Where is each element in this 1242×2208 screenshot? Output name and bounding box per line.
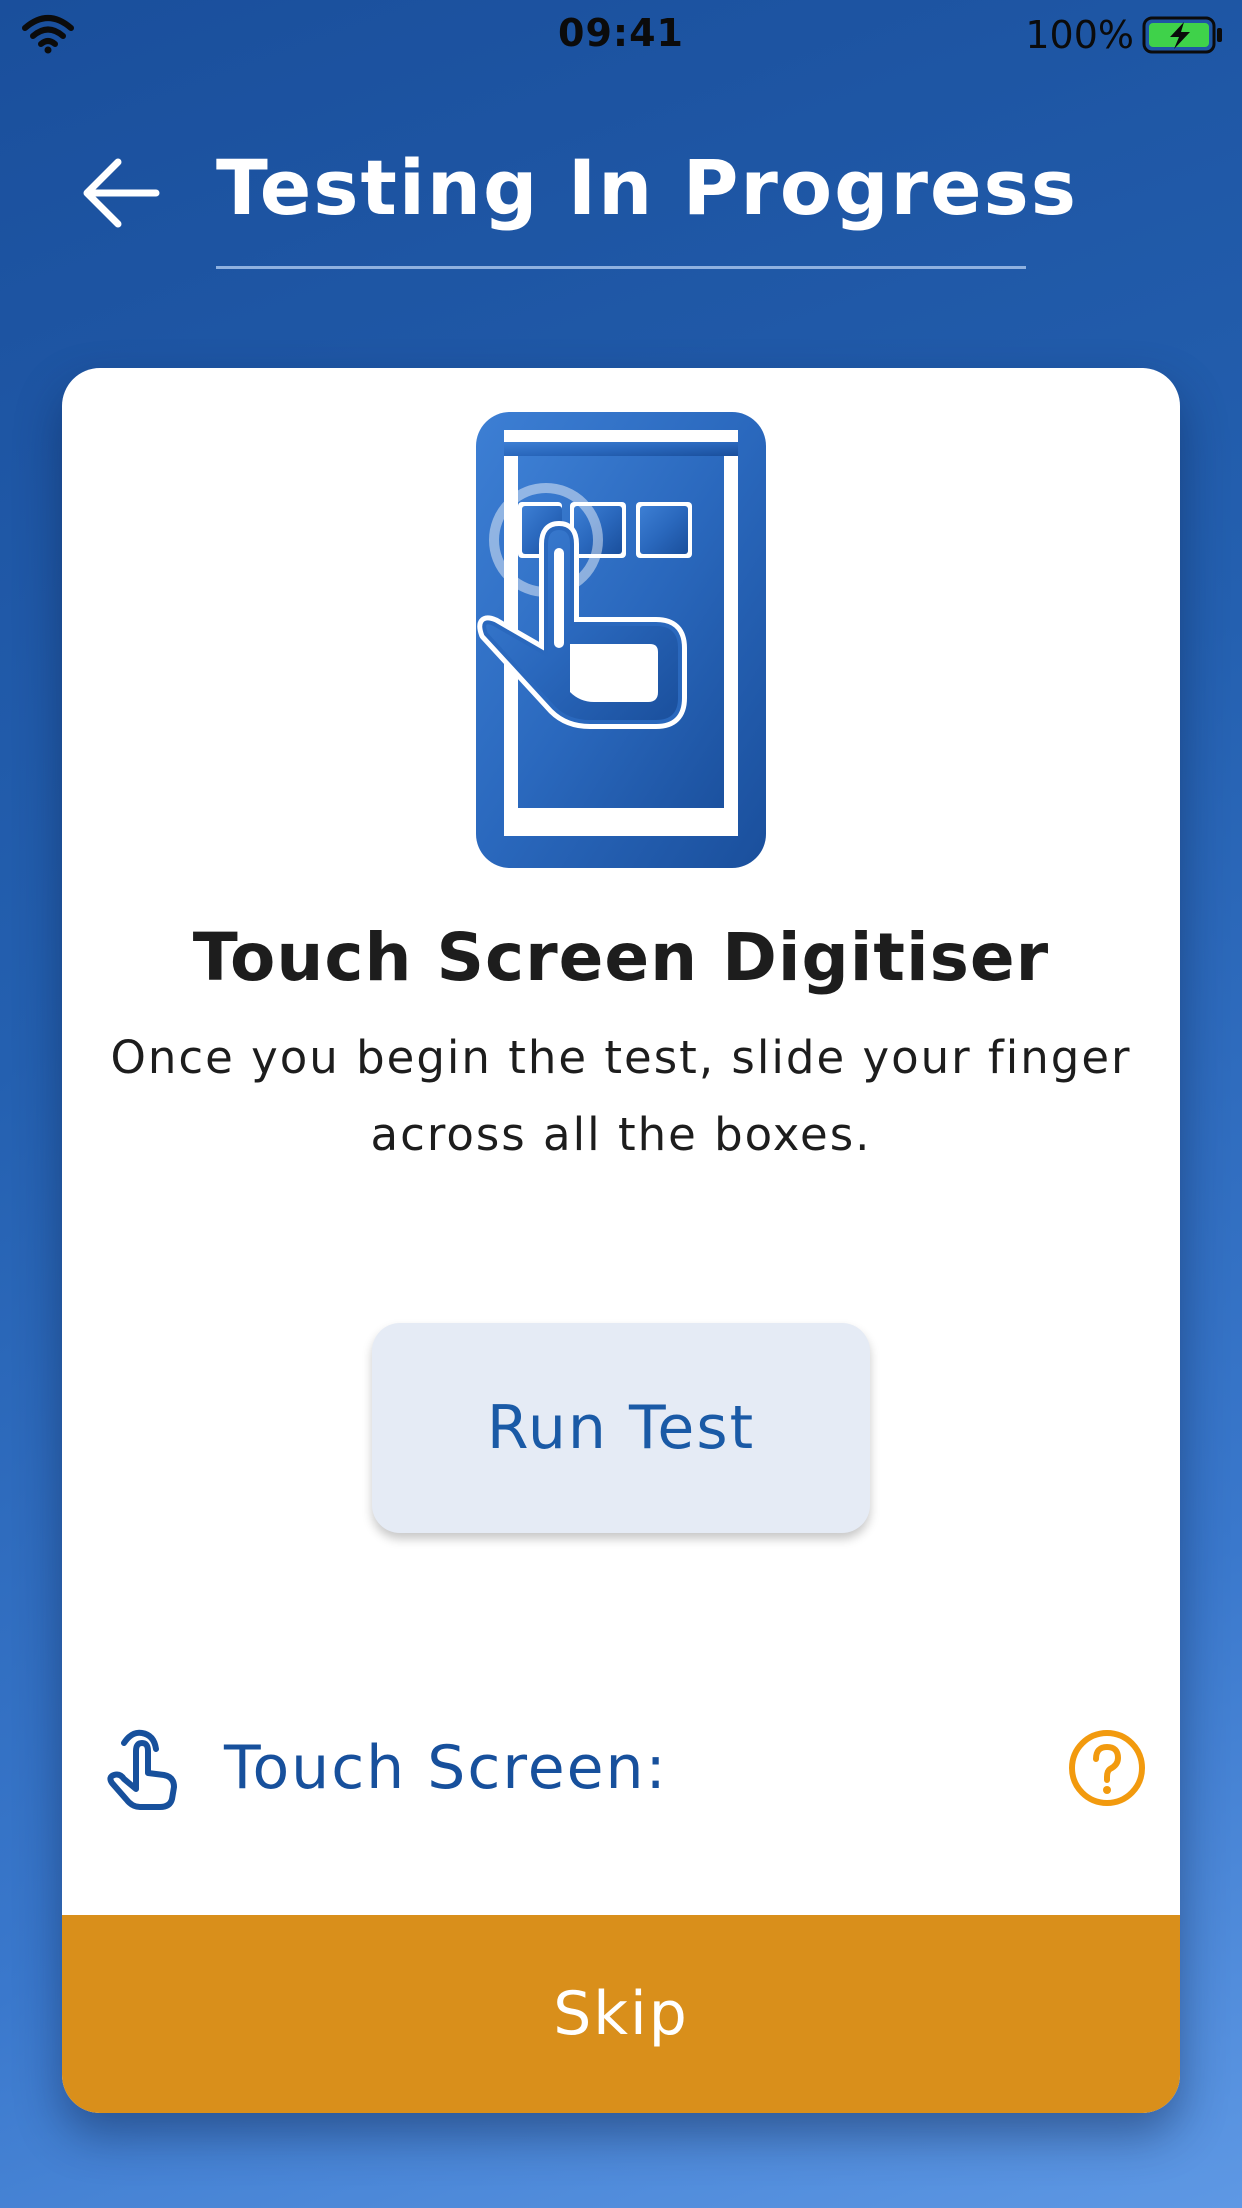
test-description: Once you begin the test, slide your fing…: [110, 1031, 1132, 1161]
test-card: Touch Screen Digitiser Once you begin th…: [62, 368, 1180, 2113]
skip-button[interactable]: Skip: [62, 1915, 1180, 2113]
phone-touch-tap-icon: [476, 412, 766, 868]
touch-screen-label: Touch Screen:: [224, 1733, 668, 1803]
status-bar: 09:41 100%: [0, 0, 1242, 68]
run-test-button[interactable]: Run Test: [372, 1323, 870, 1533]
battery-percent: 100%: [1025, 13, 1134, 57]
test-title: Touch Screen Digitiser: [192, 919, 1050, 996]
question-circle-icon[interactable]: [1068, 1729, 1146, 1807]
battery-charging-icon: [1142, 16, 1222, 54]
page-title: Testing In Progress: [216, 143, 1079, 232]
back-arrow-icon[interactable]: [78, 150, 164, 236]
touch-finger-icon: [107, 1729, 177, 1810]
title-underline: [216, 266, 1026, 269]
touch-screen-result-row: Touch Screen:: [62, 1713, 1180, 1823]
